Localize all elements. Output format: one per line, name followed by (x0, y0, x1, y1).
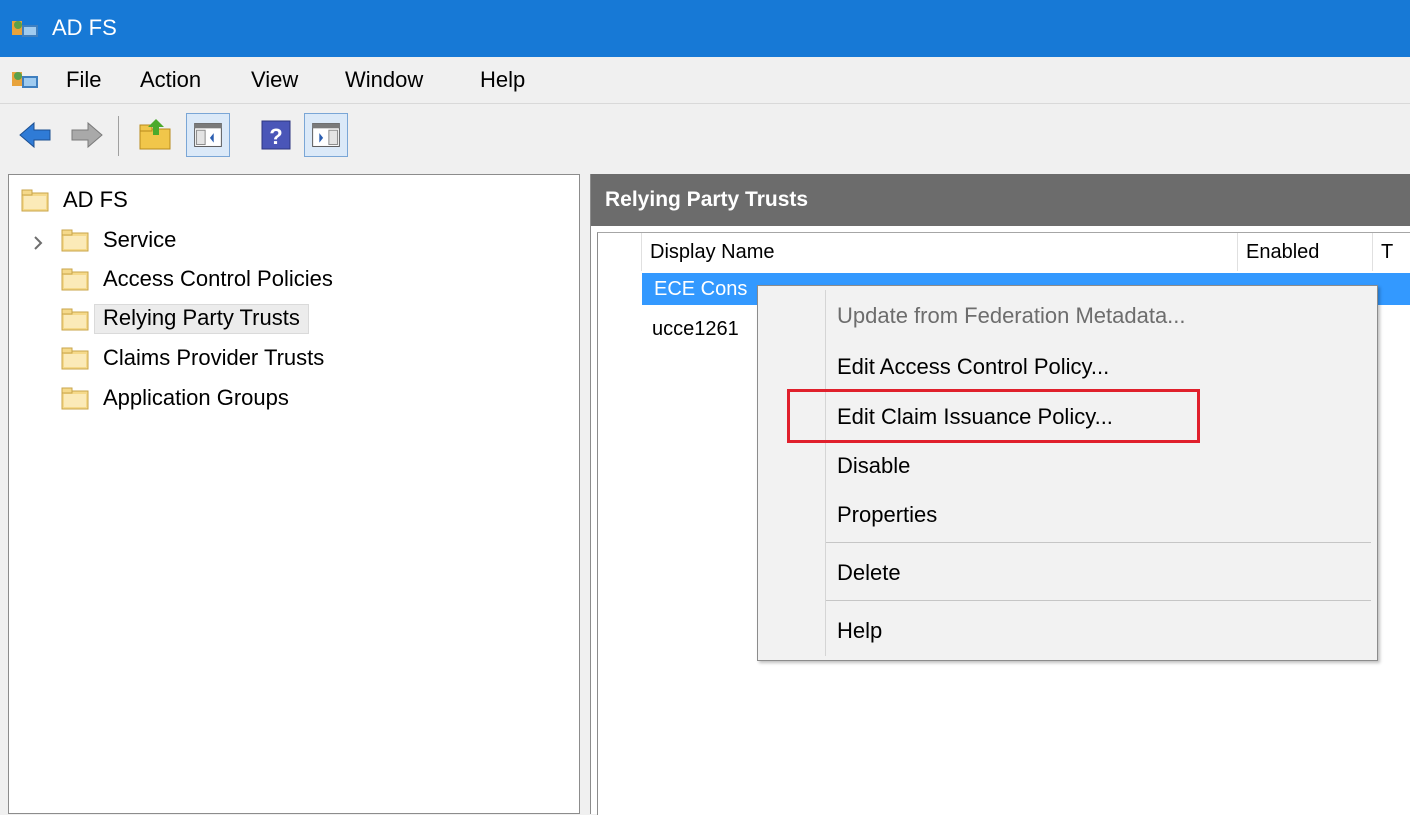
menu-separator (826, 600, 1371, 601)
menu-item-delete[interactable]: Delete (837, 560, 901, 586)
menu-item-help[interactable]: Help (837, 618, 882, 644)
column-header-type[interactable]: T (1373, 233, 1410, 271)
tree-item-application-groups[interactable]: Application Groups (61, 379, 289, 417)
menu-window[interactable]: Window (345, 67, 423, 93)
pane-header: Relying Party Trusts (591, 174, 1410, 226)
system-menu-icon[interactable] (10, 68, 42, 92)
row-display-name: ECE Cons (654, 277, 748, 300)
folder-icon (61, 387, 89, 410)
help-icon[interactable]: ? (254, 113, 298, 157)
tree-item-label: Service (103, 227, 177, 252)
tree-item-label: Claims Provider Trusts (103, 345, 325, 370)
tree-item-service[interactable]: Service (61, 221, 176, 259)
context-menu: Update from Federation Metadata... Edit … (757, 285, 1378, 661)
menu-icon-gutter (825, 290, 826, 656)
folder-icon (21, 189, 49, 212)
menu-help[interactable]: Help (480, 67, 525, 93)
folder-icon (61, 229, 89, 252)
pane-title: Relying Party Trusts (605, 188, 809, 211)
console-tree-pane: AD FS Service Access Control Policies Re… (8, 174, 580, 814)
forward-icon[interactable] (64, 113, 108, 157)
tree-item-label: Access Control Policies (103, 266, 333, 291)
toolbar-separator (118, 116, 119, 156)
menu-separator (826, 542, 1371, 543)
tree-item-claims-provider-trusts[interactable]: Claims Provider Trusts (61, 339, 324, 377)
title-bar: AD FS (0, 0, 1410, 57)
show-hide-action-pane-icon[interactable] (304, 113, 348, 157)
menu-item-update-from-federation-metadata: Update from Federation Metadata... (837, 303, 1186, 328)
adfs-app-icon (12, 21, 38, 37)
tree-root-label: AD FS (63, 187, 128, 212)
window-title: AD FS (52, 15, 117, 40)
menu-action[interactable]: Action (140, 67, 201, 93)
tree-item-label: Application Groups (103, 385, 289, 410)
tree-root-adfs[interactable]: AD FS (21, 181, 128, 219)
menu-view[interactable]: View (251, 67, 298, 93)
show-hide-console-tree-icon[interactable] (186, 113, 230, 157)
column-header-enabled[interactable]: Enabled (1238, 233, 1373, 271)
menu-item-properties[interactable]: Properties (837, 502, 937, 528)
svg-text:?: ? (269, 124, 282, 149)
tree-item-label: Relying Party Trusts (94, 304, 309, 334)
back-icon[interactable] (14, 113, 58, 157)
menu-bar: File Action View Window Help (0, 57, 1410, 103)
tree-item-relying-party-trusts[interactable]: Relying Party Trusts (61, 300, 309, 338)
menu-item-edit-access-control-policy[interactable]: Edit Access Control Policy... (837, 354, 1109, 380)
column-header-blank[interactable] (598, 233, 642, 271)
folder-icon (61, 268, 89, 291)
chevron-right-icon[interactable] (31, 233, 45, 253)
annotation-highlight-box (787, 389, 1200, 443)
folder-icon (61, 308, 89, 331)
folder-icon (61, 347, 89, 370)
row-display-name: ucce1261 (652, 317, 739, 340)
column-header-display-name[interactable]: Display Name (642, 233, 1238, 271)
menu-file[interactable]: File (66, 67, 101, 93)
menu-item-disable[interactable]: Disable (837, 453, 910, 479)
toolbar: ? (0, 103, 1410, 169)
up-folder-icon[interactable] (134, 113, 178, 157)
tree-item-access-control-policies[interactable]: Access Control Policies (61, 260, 333, 298)
